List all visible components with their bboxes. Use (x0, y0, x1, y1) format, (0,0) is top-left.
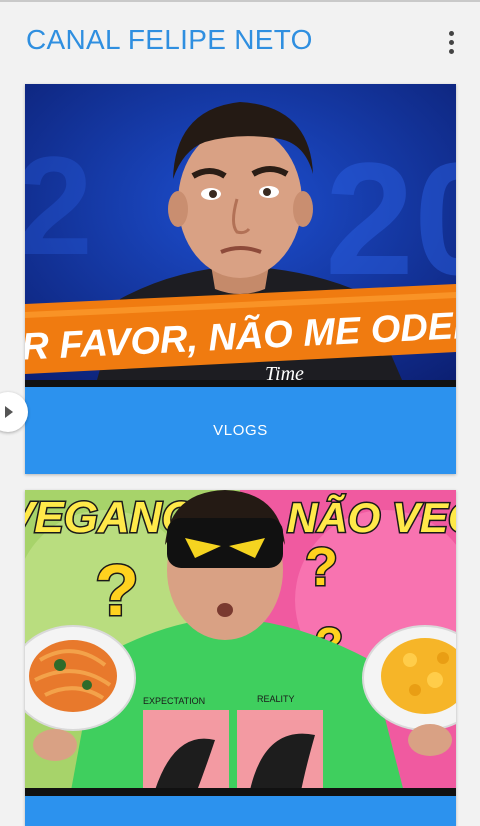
more-vertical-icon[interactable] (436, 24, 466, 60)
shirt-left-text: EXPECTATION (143, 696, 205, 706)
shirt-right-text: REALITY (257, 694, 295, 704)
svg-text:?: ? (305, 537, 338, 597)
thumbnail-right-text: NÃO VEGA (287, 494, 456, 541)
video-card-vlogs[interactable]: 20 2 (25, 84, 456, 474)
category-button[interactable] (25, 796, 456, 826)
video-thumbnail[interactable]: VEGANO NÃO VEGA ? ? ? EXPECTAT (25, 490, 456, 796)
app-bar: CANAL FELIPE NETO (0, 2, 480, 80)
thumbnail-image: VEGANO NÃO VEGA ? ? ? EXPECTAT (25, 490, 456, 796)
app-title: CANAL FELIPE NETO (26, 24, 313, 55)
svg-text:2: 2 (25, 127, 93, 284)
svg-text:20: 20 (325, 129, 456, 308)
chevron-right-icon[interactable] (0, 392, 28, 432)
vlogs-button[interactable]: VLOGS (25, 387, 456, 474)
svg-text:?: ? (95, 551, 139, 631)
thumbnail-image: 20 2 (25, 84, 456, 387)
video-thumbnail[interactable]: 20 2 (25, 84, 456, 387)
video-card-vegano[interactable]: VEGANO NÃO VEGA ? ? ? EXPECTAT (25, 490, 456, 826)
